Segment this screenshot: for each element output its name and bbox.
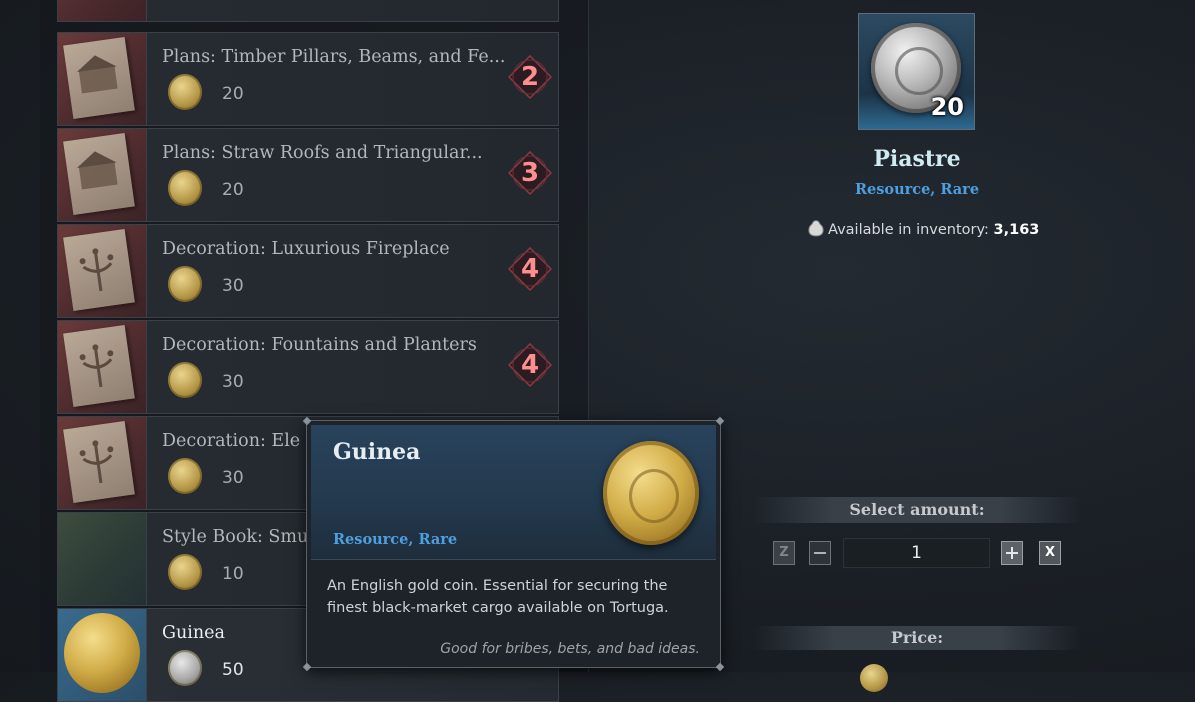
list-item[interactable]: Plans: Timber Pillars, Beams, and Fe... … [57, 32, 559, 126]
list-item-title: Style Book: Smu [162, 527, 309, 547]
list-item-title: Guinea [162, 623, 225, 643]
minus-icon [814, 552, 826, 554]
inventory-value: 3,163 [993, 222, 1040, 238]
select-amount-label: Select amount: [753, 497, 1081, 523]
guinea-thumbnail [58, 609, 147, 701]
selected-item-icon-frame: 20 [858, 13, 975, 130]
gold-coin-icon [64, 613, 140, 693]
decrease-amount-button[interactable] [809, 541, 831, 565]
tooltip-header: Guinea Resource, Rare [311, 425, 716, 560]
level-badge-number: 3 [520, 158, 540, 188]
tooltip-tags: Resource, Rare [333, 531, 458, 548]
list-item[interactable]: Plans: Straw Roofs and Triangular... 20 … [57, 128, 559, 222]
list-item-price: 20 [222, 84, 244, 104]
selected-item-tags: Resource, Rare [854, 181, 980, 198]
list-item-price: 20 [222, 180, 244, 200]
item-quantity: 20 [930, 93, 964, 121]
level-badge: 2 [508, 55, 552, 99]
level-badge-number: 4 [520, 350, 540, 380]
increase-amount-button[interactable] [1001, 541, 1023, 565]
list-item[interactable]: Decoration: Fountains and Planters 30 4 [57, 320, 559, 414]
plus-icon [1006, 547, 1018, 559]
gold-coin-icon [603, 441, 699, 545]
gold-coin-icon [860, 664, 888, 692]
gold-coin-icon [168, 170, 202, 206]
level-badge: 4 [508, 247, 552, 291]
list-item-title: Plans: Timber Pillars, Beams, and Fe... [162, 47, 506, 67]
gold-coin-icon [168, 74, 202, 110]
list-item-price: 30 [222, 468, 244, 488]
list-item-title: Plans: Straw Roofs and Triangular... [162, 143, 483, 163]
list-item-price: 10 [222, 564, 244, 584]
z-key-hint[interactable]: Z [773, 541, 795, 565]
level-badge: 4 [508, 343, 552, 387]
plans-thumbnail [58, 33, 147, 125]
item-tooltip: Guinea Resource, Rare An English gold co… [302, 416, 725, 672]
amount-input[interactable]: 1 [843, 538, 990, 568]
list-item-price: 50 [222, 660, 244, 680]
x-key-hint[interactable]: X [1039, 541, 1061, 565]
candelabra-thumbnail [58, 417, 147, 509]
level-badge-number: 2 [520, 62, 540, 92]
item-thumbnail [58, 0, 147, 21]
selected-item-name: Piastre [873, 146, 961, 172]
tooltip-title: Guinea [333, 439, 421, 465]
gold-coin-icon [168, 554, 202, 590]
candelabra-thumbnail [58, 321, 147, 413]
bag-icon [808, 220, 824, 237]
list-item-price: 30 [222, 276, 244, 296]
style-book-thumbnail [58, 513, 147, 605]
list-item-title: Decoration: Ele [162, 431, 301, 451]
list-item-title: Decoration: Luxurious Fireplace [162, 239, 450, 259]
level-badge: 3 [508, 151, 552, 195]
gold-coin-icon [168, 266, 202, 302]
list-item-title: Decoration: Fountains and Planters [162, 335, 477, 355]
tooltip-description: An English gold coin. Essential for secu… [327, 578, 669, 616]
candelabra-thumbnail [58, 225, 147, 317]
list-item[interactable] [57, 0, 559, 22]
tooltip-flavor-text: Good for bribes, bets, and bad ideas. [440, 641, 700, 657]
list-item-price: 30 [222, 372, 244, 392]
level-badge-number: 4 [520, 254, 540, 284]
gold-coin-icon [168, 458, 202, 494]
list-item[interactable]: Decoration: Luxurious Fireplace 30 4 [57, 224, 559, 318]
plans-thumbnail [58, 129, 147, 221]
silver-coin-icon [168, 650, 202, 686]
gold-coin-icon [168, 362, 202, 398]
inventory-availability: Available in inventory: 3,163 [808, 219, 1039, 238]
inventory-label: Available in inventory: [828, 222, 989, 238]
price-label: Price: [753, 626, 1081, 650]
